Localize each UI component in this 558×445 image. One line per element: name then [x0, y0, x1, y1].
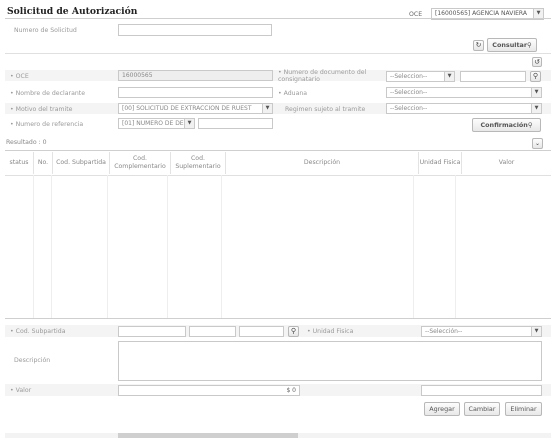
- unidad-fisica-select-value: --Selección--: [425, 328, 463, 335]
- col-complementario[interactable]: Cod. Complementario: [109, 152, 171, 174]
- numero-documento-label: • Numero de documento del consignatario: [278, 69, 367, 83]
- grid-col-line: [413, 175, 414, 318]
- numero-solicitud-label: Numero de Solicitud: [14, 27, 77, 34]
- numero-documento-select[interactable]: --Seleccion-- ▼: [386, 71, 455, 82]
- numero-solicitud-input[interactable]: [118, 24, 272, 36]
- results-divider: [5, 150, 551, 151]
- confirmacion-button-label: Confirmación: [480, 121, 528, 129]
- col-no[interactable]: No.: [33, 152, 53, 174]
- cambiar-button[interactable]: Cambiar: [464, 402, 500, 416]
- chevron-down-icon: ▼: [262, 104, 272, 113]
- header-oce-label: OCE: [409, 11, 423, 18]
- aduana-select-value: --Seleccion--: [390, 89, 428, 96]
- oce-input[interactable]: 16000565: [118, 70, 273, 81]
- eliminar-button[interactable]: Eliminar: [505, 402, 542, 416]
- nombre-declarante-input[interactable]: [118, 87, 273, 98]
- aduana-select[interactable]: --Seleccion-- ▼: [386, 87, 542, 98]
- grid-bottom-divider: [5, 318, 551, 319]
- motivo-tramite-label: • Motivo del tramite: [10, 106, 73, 113]
- numero-documento-search-button[interactable]: ⚲: [530, 71, 541, 82]
- nombre-declarante-label: • Nombre de declarante: [10, 90, 86, 97]
- horizontal-scrollbar-thumb[interactable]: [118, 433, 298, 438]
- grid-col-line: [51, 175, 52, 318]
- cod-subpartida-label: • Cod. Subpartida: [10, 328, 66, 335]
- cod-suplementario-input[interactable]: [239, 326, 284, 337]
- chevron-down-icon: ▼: [444, 72, 454, 81]
- descripcion-textarea[interactable]: [118, 341, 542, 381]
- motivo-tramite-select[interactable]: [00] SOLICITUD DE EXTRACCION DE RUEST ▼: [118, 103, 273, 114]
- col-unidad[interactable]: Unidad Fisica: [418, 152, 462, 174]
- numero-documento-input[interactable]: [460, 71, 526, 82]
- col-subpartida[interactable]: Cod. Subpartida: [52, 152, 110, 174]
- numero-referencia-input[interactable]: [198, 118, 273, 129]
- oce-label: • OCE: [10, 73, 29, 80]
- unidad-fisica-label: • Unidad Fisica: [307, 328, 354, 335]
- col-suplementario[interactable]: Cod. Suplementario: [170, 152, 226, 174]
- search-icon: ⚲: [527, 121, 533, 129]
- numero-documento-select-value: --Seleccion--: [390, 73, 428, 80]
- valor-input[interactable]: $ 0: [118, 385, 300, 396]
- regimen-label: Regimen sujeto al tramite: [285, 106, 366, 113]
- search-divider: [5, 53, 551, 54]
- valor-extra-input[interactable]: [421, 385, 542, 396]
- unidad-fisica-select[interactable]: --Selección-- ▼: [421, 326, 542, 337]
- collapse-button[interactable]: ⌄: [532, 138, 543, 149]
- col-descripcion[interactable]: Descripción: [225, 152, 419, 174]
- reset-button[interactable]: ↺: [532, 57, 542, 67]
- consultar-button[interactable]: Consultar⚲: [487, 38, 537, 52]
- descripcion-label: Descripción: [14, 357, 51, 364]
- subpartida-search-button[interactable]: ⚲: [288, 326, 299, 337]
- numero-referencia-select[interactable]: [01] NUMERO DE DE ▼: [118, 118, 195, 129]
- search-icon: ⚲: [527, 41, 532, 49]
- resultado-label: Resultado : 0: [6, 139, 47, 146]
- agregar-button[interactable]: Agregar: [424, 402, 460, 416]
- results-table: status No. Cod. Subpartida Cod. Compleme…: [5, 152, 551, 174]
- motivo-tramite-value: [00] SOLICITUD DE EXTRACCION DE RUEST: [122, 105, 252, 112]
- col-valor[interactable]: Valor: [461, 152, 551, 174]
- grid-col-line: [221, 175, 222, 318]
- search-icon: ⚲: [290, 327, 297, 335]
- search-icon: ⚲: [532, 72, 539, 80]
- consultar-button-label: Consultar: [492, 41, 527, 49]
- cod-subpartida-input[interactable]: [118, 326, 186, 337]
- grid-col-line: [167, 175, 168, 318]
- grid-header-divider: [5, 175, 551, 176]
- chevron-down-icon: ⌄: [534, 140, 541, 147]
- reset-icon: ↺: [534, 58, 540, 66]
- cod-complementario-input[interactable]: [189, 326, 236, 337]
- grid-col-line: [455, 175, 456, 318]
- confirmacion-button[interactable]: Confirmación⚲: [472, 118, 541, 132]
- numero-referencia-value: [01] NUMERO DE DE: [122, 120, 184, 127]
- chevron-down-icon: ▼: [184, 119, 194, 128]
- regimen-select[interactable]: --Seleccion-- ▼: [386, 103, 542, 114]
- aduana-label: • Aduana: [278, 90, 308, 97]
- grid-col-line: [33, 175, 34, 318]
- grid-col-line: [107, 175, 108, 318]
- header-oce-select-value: [16000565] AGENCIA NAVIERA: [435, 10, 527, 17]
- numero-referencia-label: • Numero de referencia: [10, 121, 84, 128]
- col-status[interactable]: status: [5, 152, 34, 174]
- page-title: Solicitud de Autorización: [7, 6, 138, 17]
- chevron-down-icon: ▼: [531, 88, 541, 97]
- refresh-button[interactable]: ↻: [473, 40, 484, 51]
- valor-label: • Valor: [10, 387, 32, 394]
- header-divider: [5, 18, 551, 19]
- regimen-select-value: --Seleccion--: [390, 105, 428, 112]
- chevron-down-icon: ▼: [531, 104, 541, 113]
- refresh-icon: ↻: [475, 41, 482, 49]
- chevron-down-icon: ▼: [531, 327, 541, 336]
